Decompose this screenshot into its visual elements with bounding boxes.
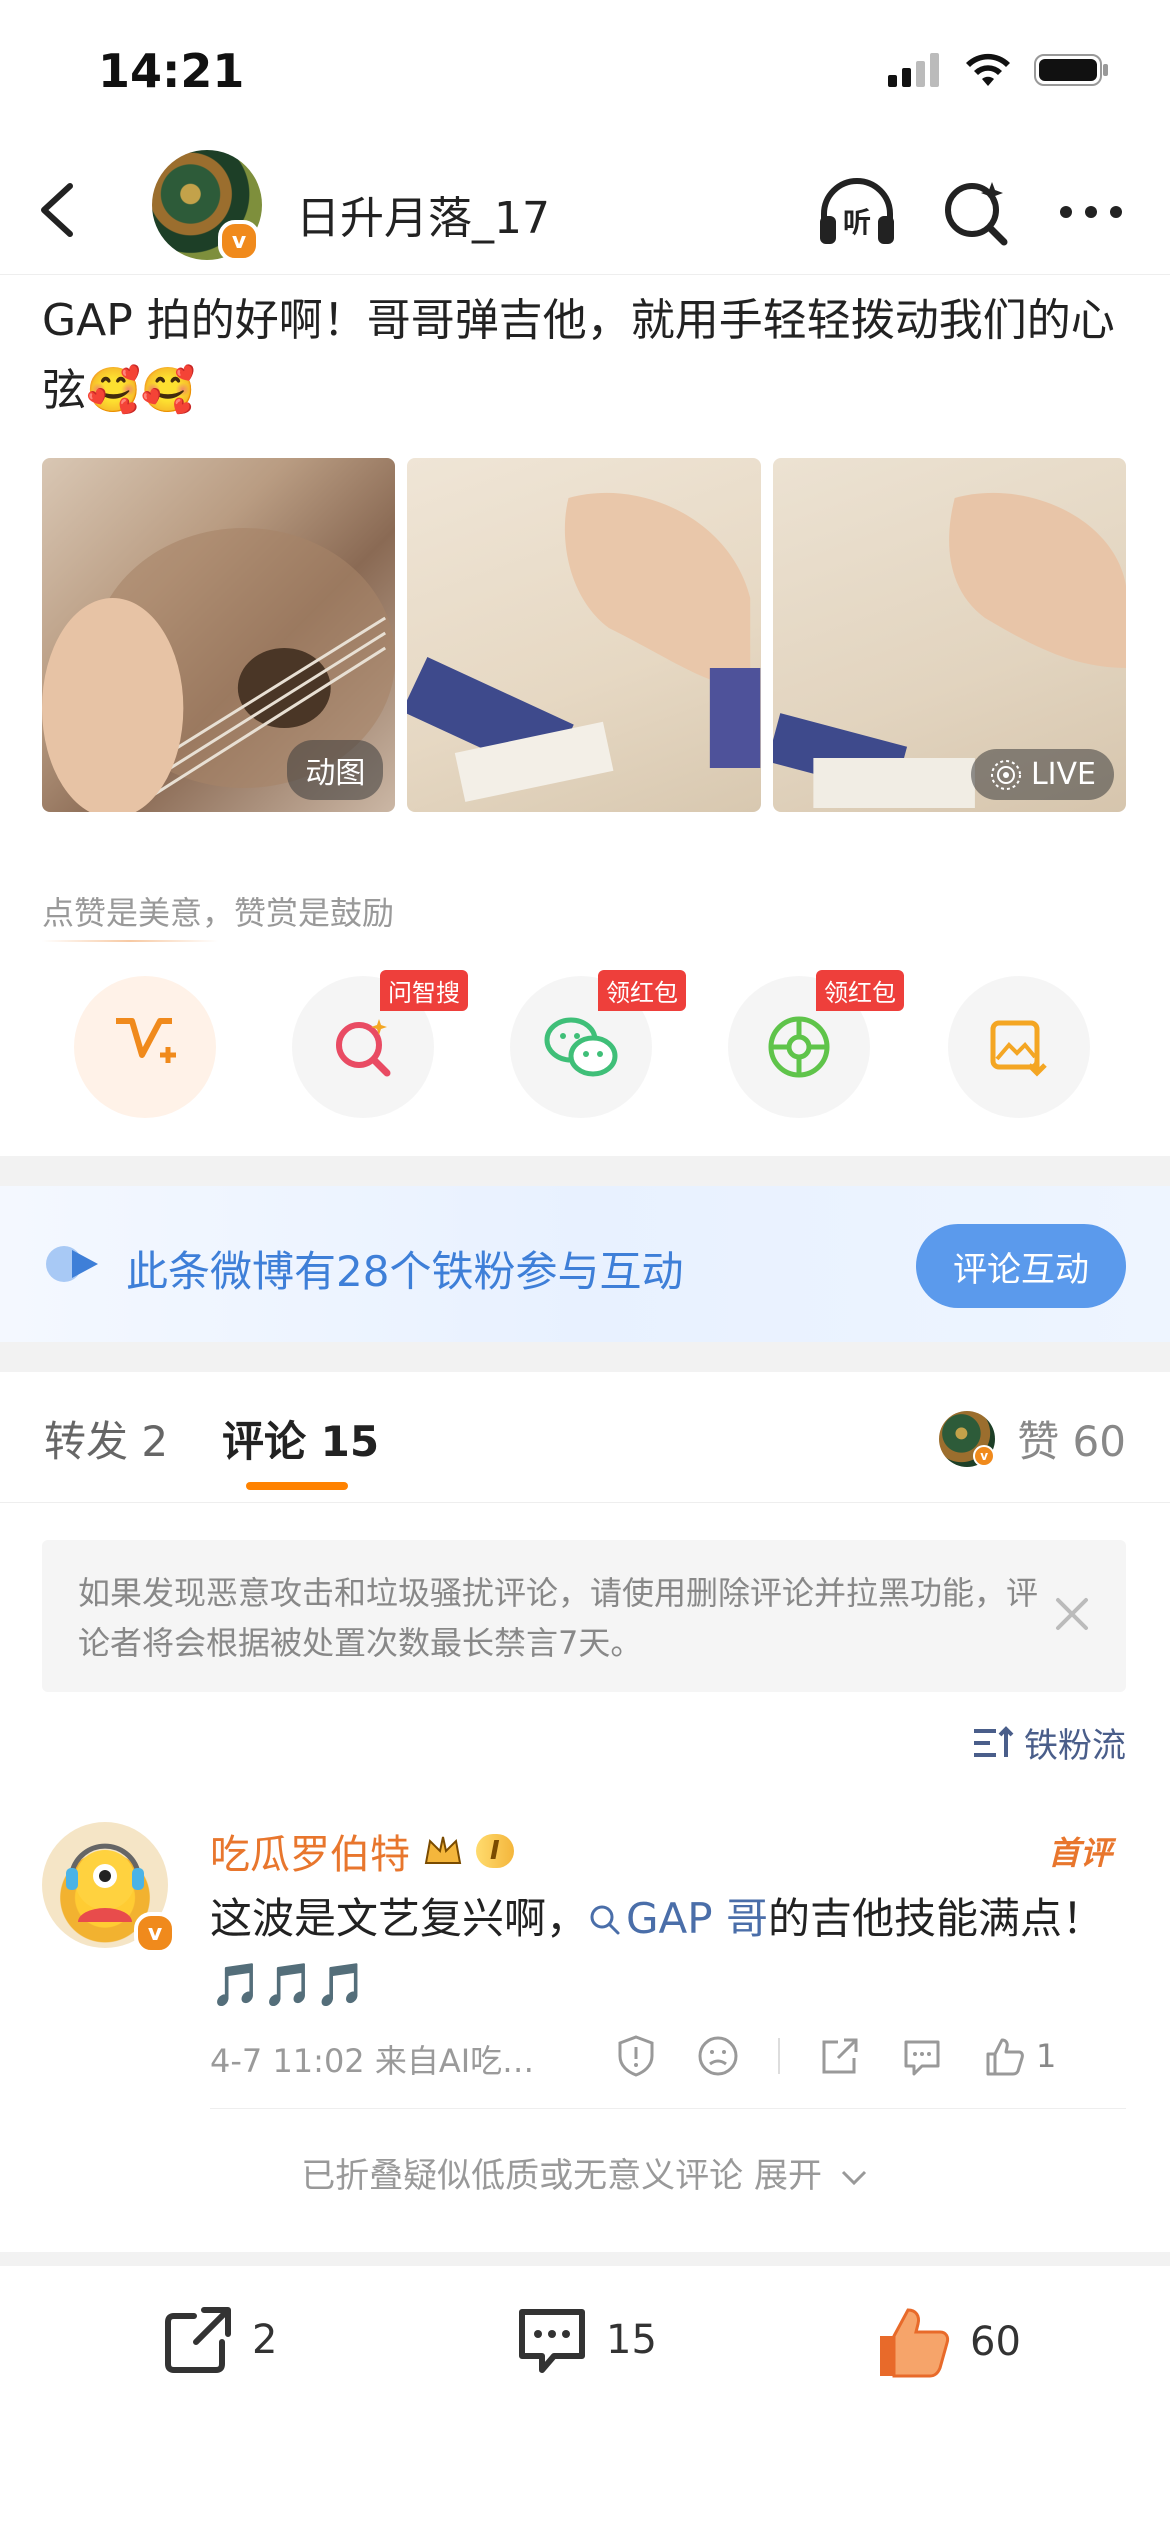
moderation-notice: 如果发现恶意攻击和垃圾骚扰评论，请使用删除评论并拉黑功能，评论者将会根据被处置次… — [42, 1540, 1126, 1692]
ai-search-icon — [336, 1019, 391, 1077]
notice-text: 如果发现恶意攻击和垃圾骚扰评论，请使用删除评论并拉黑功能，评论者将会根据被处置次… — [78, 1574, 1039, 1662]
domino-photo — [407, 492, 761, 802]
verified-badge: v — [218, 220, 260, 262]
status-time: 14:21 — [98, 44, 245, 98]
post-image-gif[interactable]: 动图 — [42, 458, 396, 812]
svg-text:听: 听 — [843, 206, 871, 239]
crown-icon — [424, 1836, 462, 1864]
comment-tabs: 转发 2 评论 15 v 赞 60 — [0, 1372, 1170, 1503]
wechat-icon — [544, 1017, 618, 1077]
nav-actions: 听 — [816, 176, 1126, 248]
battery-icon — [1034, 54, 1108, 86]
comment-icon — [519, 2309, 585, 2373]
close-icon[interactable] — [1048, 1590, 1096, 1638]
sort-label: 铁粉流 — [1024, 1726, 1126, 1766]
search-icon — [590, 1905, 620, 1935]
thumb-up-icon — [986, 2038, 1024, 2076]
sort-icon — [974, 1725, 1014, 1757]
live-icon — [990, 759, 1021, 790]
reward-hint-underline — [42, 940, 218, 942]
tab-repost[interactable]: 转发 2 — [44, 1408, 168, 1469]
report-icon[interactable] — [614, 2034, 658, 2078]
comment-search-link[interactable]: GAP 哥 — [588, 1894, 768, 1943]
reward-row: 问智搜 领红包 领红包 — [42, 970, 1132, 1118]
tag-wechat-redpacket: 领红包 — [598, 970, 686, 1011]
comment-like[interactable]: 1 — [982, 2034, 1056, 2078]
moments-icon — [768, 1016, 830, 1078]
live-label: LIVE — [1030, 757, 1096, 792]
post-images: 动图 LIVE — [42, 458, 1126, 812]
more-icon[interactable] — [1056, 176, 1126, 248]
bottom-like-button[interactable]: 60 — [874, 2302, 1021, 2382]
comment-link-text: GAP 哥 — [626, 1894, 768, 1943]
author-name[interactable]: 日升月落_17 — [296, 182, 550, 246]
share-icon[interactable] — [818, 2034, 862, 2078]
comment-text-before: 这波是文艺复兴啊， — [210, 1894, 589, 1943]
tab-like-label: 赞 60 — [1017, 1417, 1126, 1466]
bottom-repost-button[interactable]: 2 — [160, 2302, 277, 2378]
comment-interact-button[interactable]: 评论互动 — [916, 1224, 1126, 1308]
status-indicators — [888, 52, 1110, 88]
reward-v-icon — [116, 1018, 176, 1063]
section-gap — [0, 2252, 1170, 2266]
bottom-like-count: 60 — [970, 2319, 1021, 2365]
ai-search-icon[interactable] — [942, 176, 1012, 248]
repost-icon — [165, 2307, 231, 2373]
comment-meta: 4-7 11:02 来自AI吃… — [210, 2042, 535, 2080]
comment-text: 这波是文艺复兴啊， GAP 哥的吉他技能满点！🎵🎵🎵 — [210, 1886, 1110, 2018]
bottom-comment-button[interactable]: 15 — [514, 2302, 657, 2378]
folded-text: 已折叠疑似低质或无意义评论 展开 — [301, 2156, 822, 2196]
reply-icon[interactable] — [900, 2034, 944, 2078]
first-comment-tag: 首评 — [1047, 1834, 1112, 1872]
tag-moments-redpacket: 领红包 — [816, 970, 904, 1011]
signal-icon — [888, 53, 939, 87]
thumb-up-filled-icon — [880, 2308, 950, 2378]
comment-like-count: 1 — [1036, 2037, 1057, 2075]
listen-headphone-icon[interactable]: 听 — [816, 176, 898, 248]
comment-divider — [210, 2108, 1126, 2109]
fan-banner-text: 此条微博有28个铁粉参与互动 — [126, 1247, 684, 1296]
bottom-action-bar: 2 15 60 — [0, 2266, 1170, 2432]
bottom-comment-count: 15 — [606, 2317, 657, 2363]
post-text: GAP 拍的好啊！哥哥弹吉他，就用手轻轻拨动我们的心弦🥰🥰 — [42, 295, 1115, 416]
fan-interaction-banner: 此条微博有28个铁粉参与互动 评论互动 — [0, 1186, 1170, 1342]
tag-ai-search: 问智搜 — [380, 970, 468, 1011]
action-divider — [778, 2038, 780, 2074]
comment-actions: 1 — [614, 2028, 1128, 2084]
save-image-icon — [990, 1020, 1047, 1077]
bottom-repost-count: 2 — [252, 2317, 278, 2363]
section-gap — [0, 1156, 1170, 1186]
top-nav: v 日升月落_17 听 — [0, 150, 1170, 275]
reward-button[interactable] — [74, 976, 216, 1118]
gif-badge: 动图 — [287, 740, 384, 800]
tab-comment[interactable]: 评论 15 — [222, 1408, 379, 1469]
sort-toggle[interactable]: 铁粉流 — [972, 1718, 1126, 1767]
dislike-face-icon[interactable] — [696, 2034, 740, 2078]
live-badge: LIVE — [970, 749, 1114, 800]
tab-like[interactable]: v 赞 60 — [939, 1408, 1126, 1469]
back-arrow-icon[interactable] — [30, 180, 90, 240]
save-image-button[interactable] — [948, 976, 1090, 1118]
section-gap — [0, 1342, 1170, 1372]
liker-avatar: v — [939, 1410, 996, 1467]
folded-comments-toggle[interactable]: 已折叠疑似低质或无意义评论 展开 — [0, 2148, 1170, 2197]
fan-play-icon — [46, 1246, 98, 1282]
chevron-down-icon — [841, 2170, 866, 2185]
tab-active-indicator — [246, 1482, 348, 1490]
commenter-name[interactable]: 吃瓜罗伯特 — [210, 1822, 410, 1880]
post-image-live[interactable]: LIVE — [772, 458, 1126, 812]
wifi-icon — [966, 53, 1010, 86]
commenter-name-row: 吃瓜罗伯特 I — [210, 1822, 514, 1880]
post-image-2[interactable] — [407, 458, 761, 812]
liker-verified-badge: v — [973, 1444, 996, 1467]
reward-hint: 点赞是美意，赞赏是鼓励 — [42, 894, 395, 932]
commenter-verified-badge: v — [134, 1912, 176, 1954]
fan-level-badge: I — [476, 1834, 514, 1868]
